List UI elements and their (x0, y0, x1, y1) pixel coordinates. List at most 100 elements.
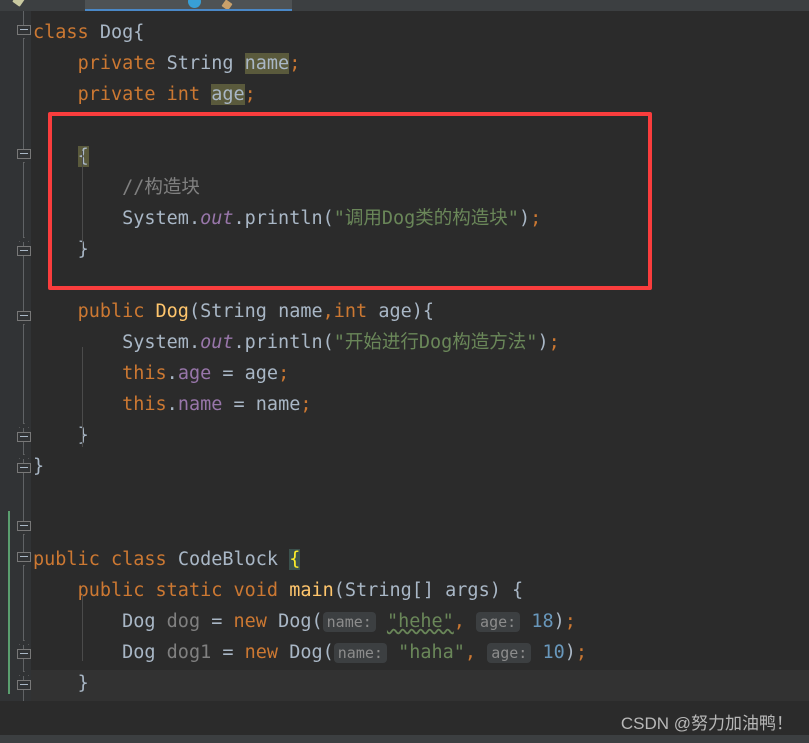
code-line-22[interactable]: } (33, 668, 89, 699)
code-token: "haha" (398, 642, 465, 663)
code-line-8[interactable]: } (33, 234, 89, 265)
code-token: private (77, 53, 156, 74)
code-line-11[interactable]: System.out.println("开始进行Dog构造方法"); (33, 327, 560, 358)
fold-class-codeblock-end[interactable] (17, 671, 31, 690)
code-token: { (512, 580, 524, 601)
code-line-2[interactable]: private String name; (33, 48, 300, 79)
fold-main-method-end[interactable] (17, 640, 31, 659)
vcs-change-marker[interactable] (8, 511, 10, 694)
code-token: ( (311, 611, 323, 632)
code-token: age (177, 363, 212, 384)
code-token: ( (322, 642, 334, 663)
code-content[interactable]: class Dog{ private String name; private … (31, 11, 809, 725)
code-token: "hehe" (386, 611, 454, 632)
code-token: args (445, 580, 490, 601)
code-line-3[interactable]: private int age; (33, 79, 256, 110)
code-line-12[interactable]: this.age = age; (33, 358, 289, 389)
code-token: name: (333, 643, 387, 663)
fold-init-block-end[interactable] (17, 237, 31, 256)
code-token: , (453, 611, 465, 632)
code-token: . (166, 363, 178, 384)
code-token: ) (537, 332, 549, 353)
minus-icon (20, 436, 28, 437)
code-token: //构造块 (122, 177, 200, 198)
fold-main-method[interactable] (17, 552, 31, 566)
code-token: int (333, 301, 368, 322)
code-line-10[interactable]: public Dog(String name,int age){ (33, 296, 434, 327)
code-line-19[interactable]: public static void main(String[] args) { (33, 575, 524, 606)
code-token: ( (333, 580, 345, 601)
code-token: age: (476, 612, 521, 632)
code-token: Dog (122, 642, 156, 663)
code-token: println (244, 332, 323, 353)
java-class-icon (188, 0, 201, 8)
code-token: name (278, 301, 323, 322)
fold-class-dog[interactable] (17, 25, 31, 39)
minus-icon (20, 153, 28, 154)
fold-init-block[interactable] (17, 149, 31, 163)
indent-guide (82, 151, 83, 251)
editor-tab-bar[interactable] (0, 0, 809, 13)
chevron-icon (19, 671, 29, 676)
code-token: age (211, 84, 245, 105)
code-token: } (77, 673, 89, 694)
code-token: { (289, 549, 301, 570)
chevron-icon (19, 454, 29, 459)
fold-box-icon (17, 521, 31, 531)
chevron-icon (19, 423, 29, 428)
code-token: . (233, 332, 245, 353)
code-token: { (133, 22, 145, 43)
code-line-20[interactable]: Dog dog = new Dog(name: "hehe", age: 18)… (33, 606, 576, 637)
code-line-15[interactable]: } (33, 451, 44, 482)
code-line-1[interactable]: class Dog{ (33, 17, 144, 48)
code-line-18[interactable]: public class CodeBlock { (33, 544, 301, 575)
code-line-13[interactable]: this.name = name; (33, 389, 311, 420)
code-token: private (77, 84, 156, 105)
fold-constructor-end[interactable] (17, 423, 31, 442)
code-token: ( (188, 301, 201, 322)
code-token: public (33, 549, 100, 570)
code-editor[interactable]: class Dog{ private String name; private … (0, 11, 809, 725)
code-token: ; (564, 611, 576, 632)
code-line-6[interactable]: //构造块 (33, 172, 200, 203)
fold-class-dog-end[interactable] (17, 454, 31, 473)
code-token: Dog (278, 611, 312, 632)
code-token: System (122, 332, 189, 353)
fold-box-icon (17, 311, 31, 321)
code-token: public (77, 580, 145, 601)
editor-gutter[interactable] (0, 11, 31, 701)
minus-icon (20, 556, 28, 557)
indent-guide (82, 347, 83, 447)
fold-class-codeblock[interactable] (17, 521, 31, 535)
code-line-5[interactable]: { (33, 141, 89, 172)
code-token: ) (411, 301, 423, 322)
chevron-icon (19, 237, 29, 242)
fold-constructor[interactable] (17, 311, 31, 325)
code-token: 10 (542, 642, 565, 663)
code-line-7[interactable]: System.out.println("调用Dog类的构造块"); (33, 203, 541, 234)
code-token: . (233, 208, 245, 229)
code-line-14[interactable]: } (33, 420, 89, 451)
minus-icon (20, 525, 28, 526)
code-line-21[interactable]: Dog dog1 = new Dog(name: "haha", age: 10… (33, 637, 587, 668)
code-token: ( (322, 332, 334, 353)
code-token: main (289, 580, 334, 601)
code-token: = (200, 611, 234, 632)
code-token: } (33, 456, 45, 477)
minus-icon (20, 684, 28, 685)
code-token: int (166, 84, 201, 105)
code-token: ; (548, 332, 560, 353)
